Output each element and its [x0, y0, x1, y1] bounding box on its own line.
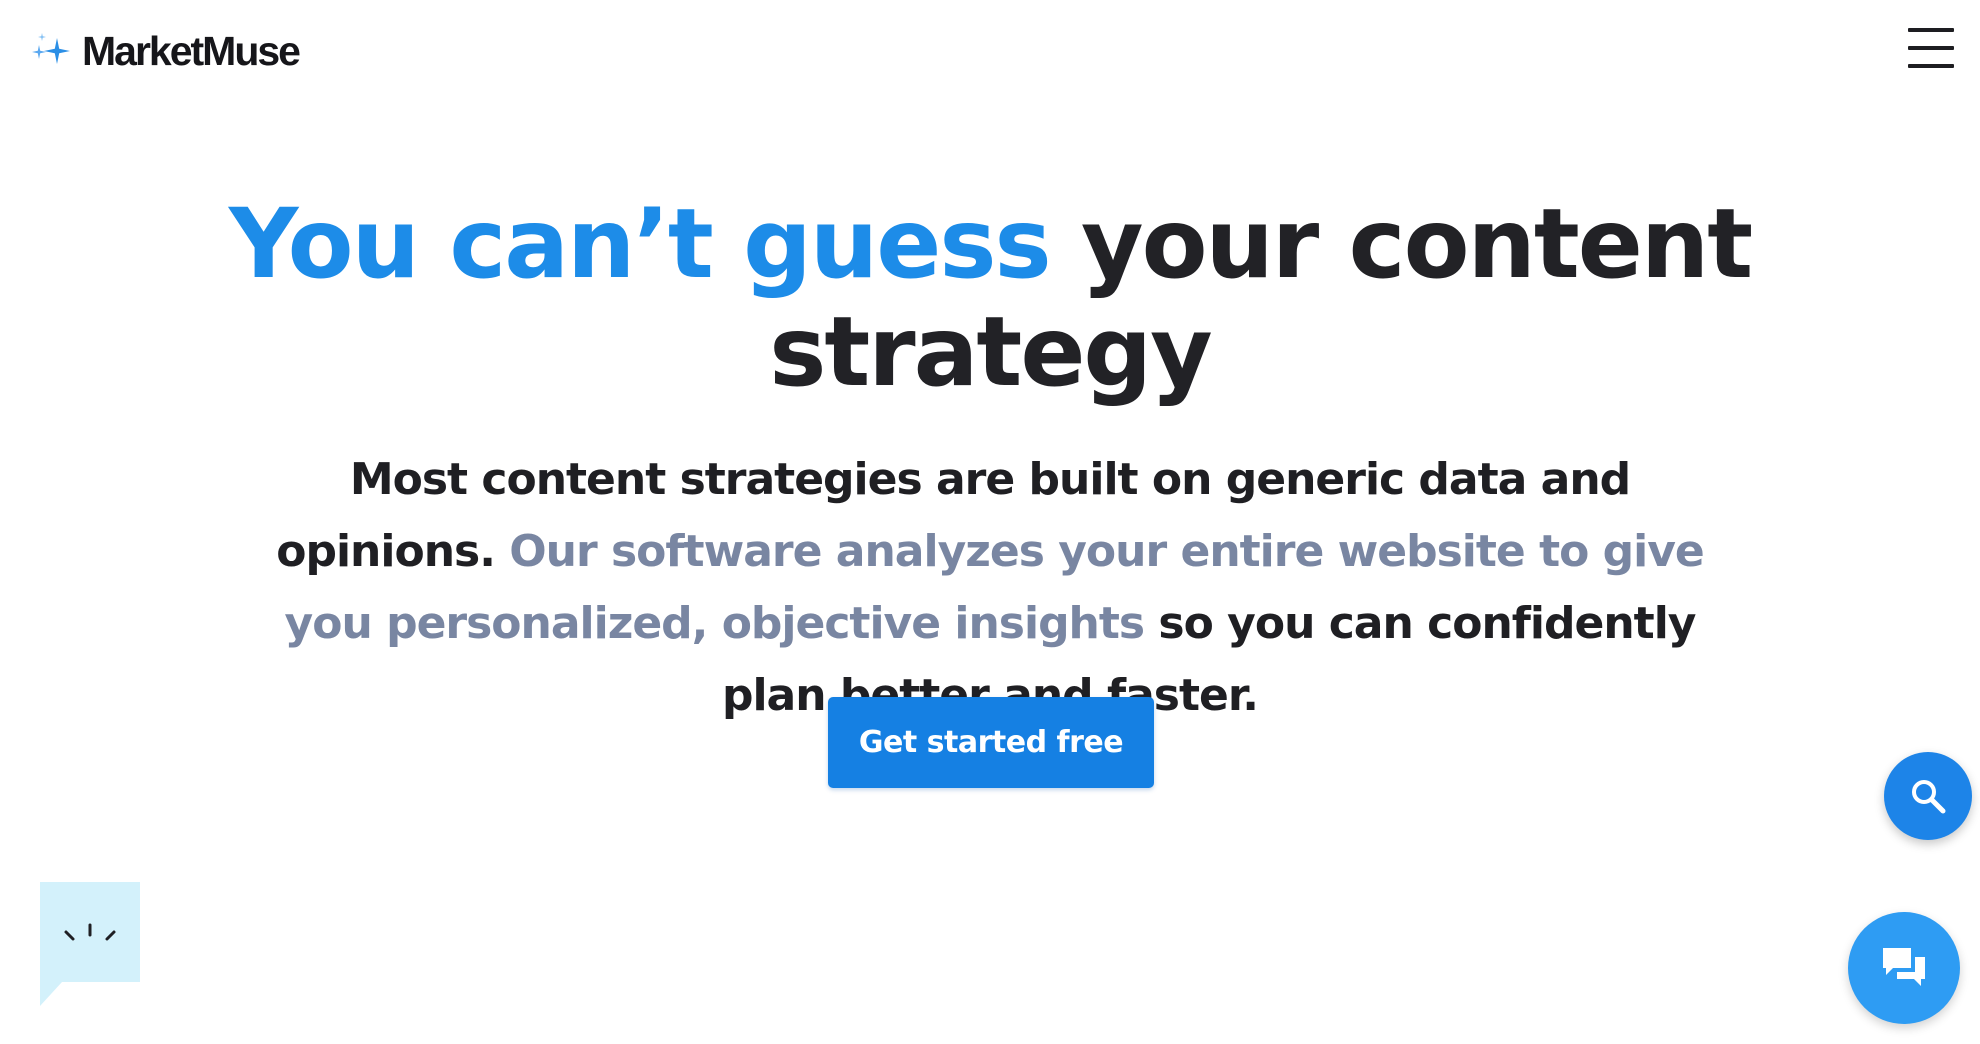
chat-bubbles-icon — [1883, 948, 1925, 986]
logo-text: MarketMuse — [82, 27, 301, 74]
menu-line — [1908, 64, 1954, 68]
logo-link[interactable]: MarketMuse — [30, 26, 301, 76]
get-started-button[interactable]: Get started free — [828, 697, 1154, 788]
menu-line — [1908, 28, 1954, 32]
feedback-widget[interactable] — [40, 882, 140, 1006]
menu-line — [1908, 46, 1954, 50]
search-button[interactable] — [1884, 752, 1972, 840]
search-icon — [1912, 780, 1946, 814]
chat-button[interactable] — [1848, 912, 1960, 1024]
hero-title: You can’t guess your content strategy — [190, 190, 1790, 406]
sparkle-stars-icon — [32, 33, 70, 64]
speech-bubble-face-icon — [40, 882, 140, 1006]
hero-subtitle: Most content strategies are built on gen… — [240, 444, 1740, 732]
hero-title-accent: You can’t guess — [228, 188, 1052, 300]
hamburger-menu-icon[interactable] — [1908, 24, 1954, 72]
